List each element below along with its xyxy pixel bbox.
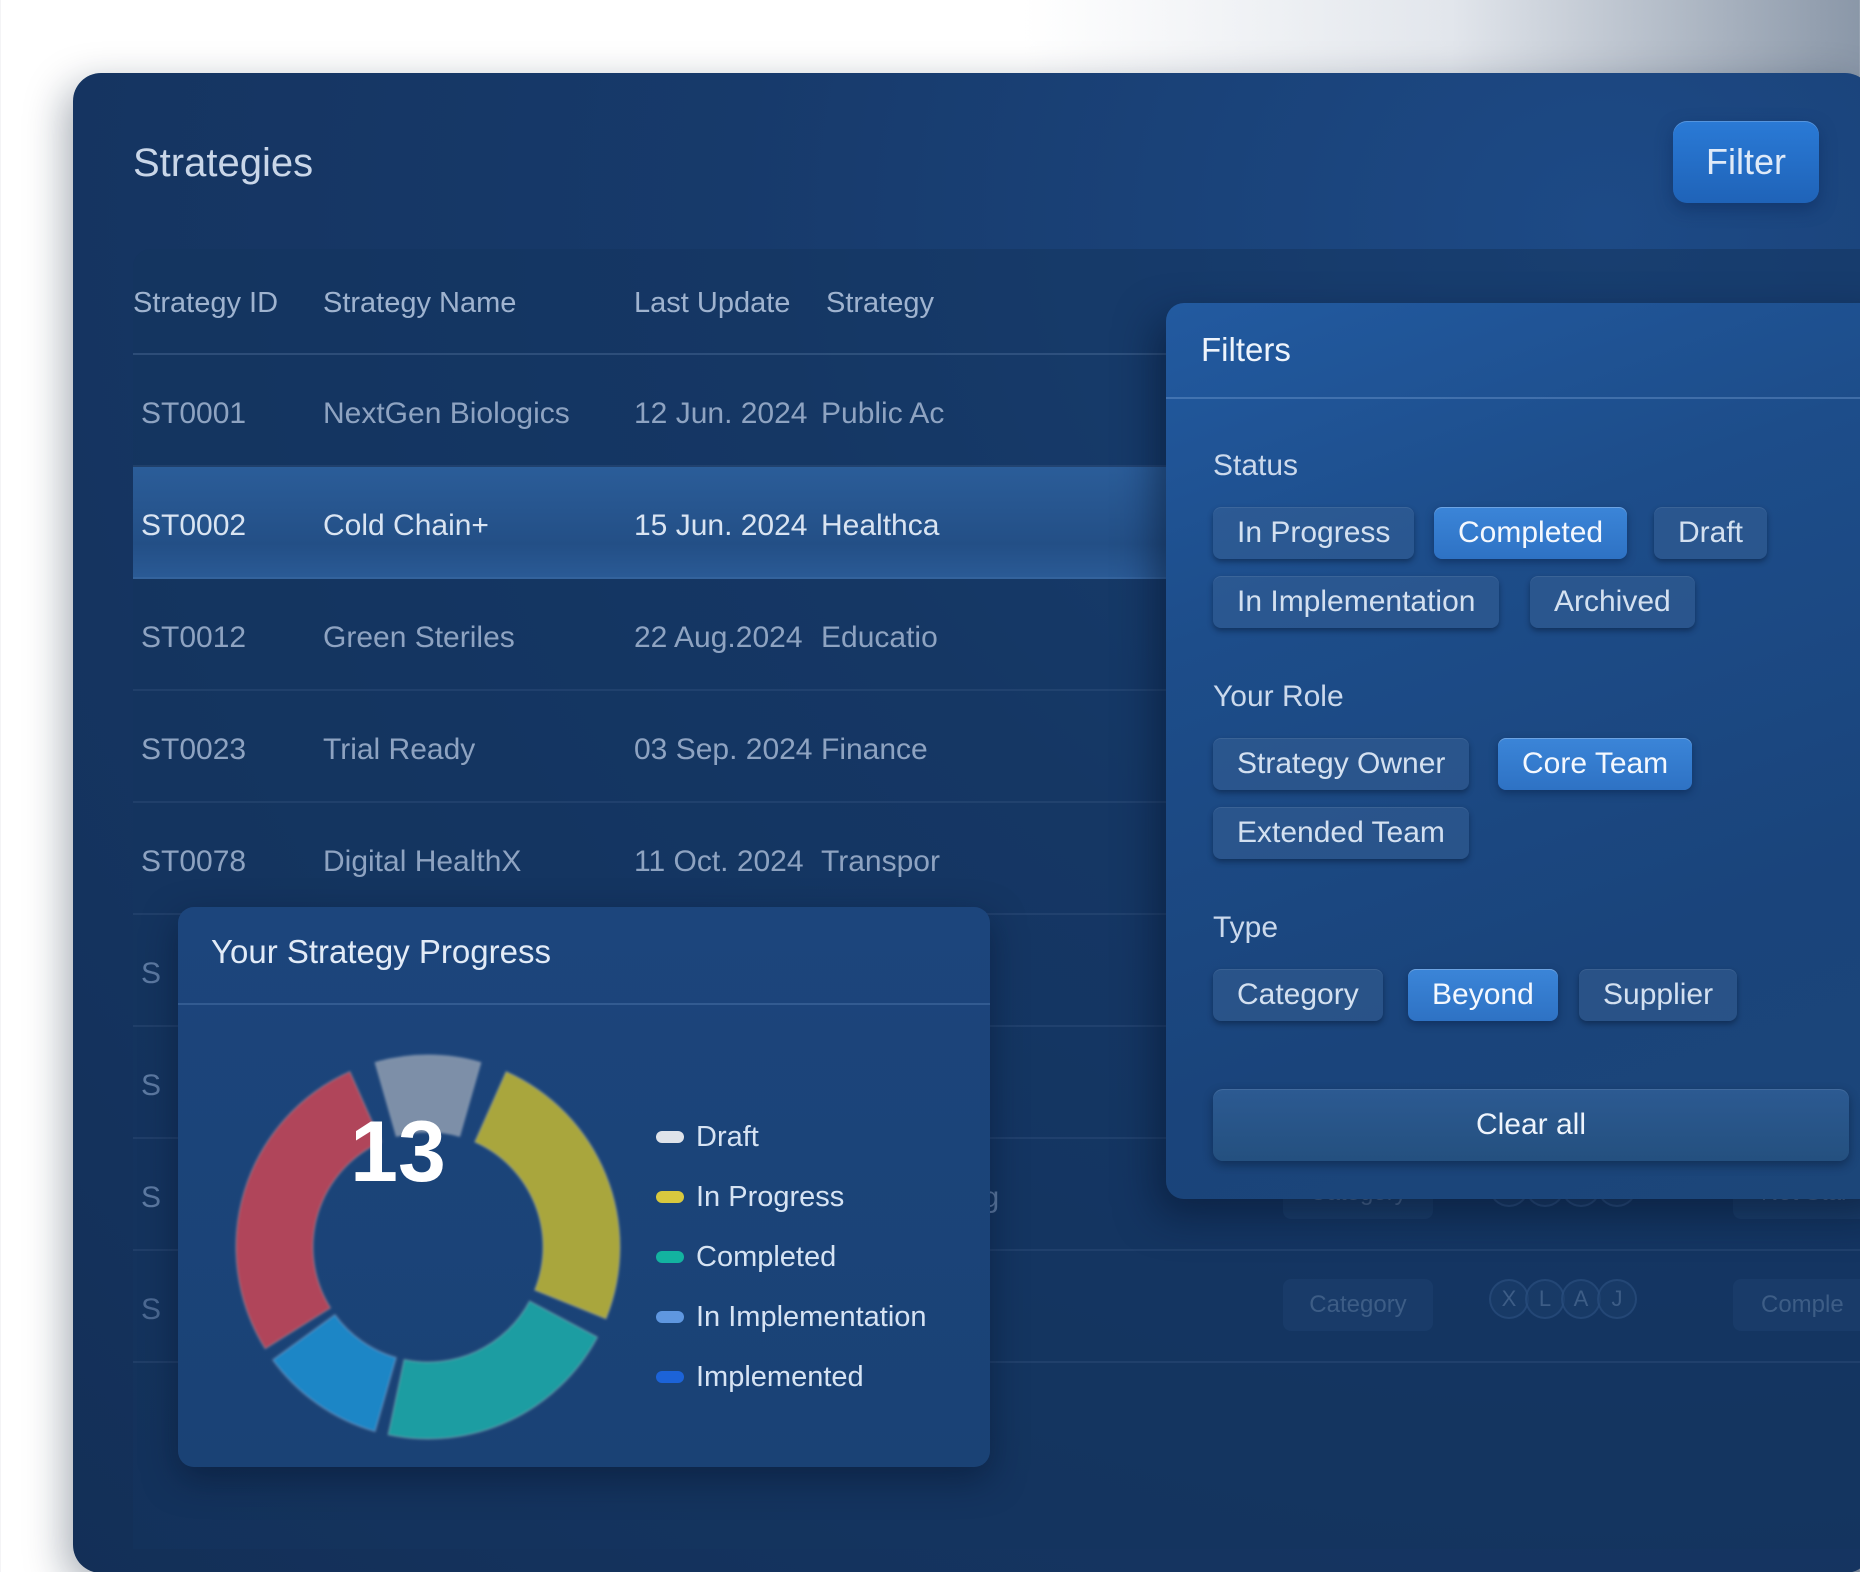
cell-strategy-name: Cold Chain+ — [323, 509, 489, 542]
cell-strategy-id: S — [141, 957, 162, 990]
cell-strategy-sector: Public Ac — [821, 397, 945, 430]
cell-strategy-sector: Transpor — [821, 845, 940, 878]
legend-label: Implemented — [696, 1360, 864, 1393]
cell-strategy-sector: Educatio — [821, 621, 938, 654]
donut-segment-completed[interactable] — [387, 1299, 599, 1440]
chip-type-beyond[interactable]: Beyond — [1408, 969, 1558, 1021]
progress-card-title: Your Strategy Progress — [211, 933, 551, 970]
filter-button[interactable]: Filter — [1673, 121, 1819, 203]
card-divider — [178, 1003, 990, 1005]
legend-item-implemented[interactable]: Implemented — [656, 1347, 927, 1407]
cell-strategy-sector: Finance — [821, 733, 928, 766]
chart-legend: Draft In Progress Completed In Implement… — [656, 1107, 927, 1407]
type-section-label: Type — [1213, 911, 1279, 944]
avatar-group: X L A J — [1489, 1279, 1637, 1319]
legend-swatch — [656, 1191, 684, 1203]
avatar: J — [1597, 1279, 1637, 1319]
cell-strategy-name: NextGen Biologics — [323, 397, 570, 430]
chip-status-in-progress[interactable]: In Progress — [1213, 507, 1415, 559]
chip-role-extended-team[interactable]: Extended Team — [1213, 807, 1469, 859]
cell-strategy-id: ST0012 — [141, 621, 247, 654]
cell-strategy-sector: Healthca — [821, 509, 940, 542]
total-count: 13 — [350, 1104, 446, 1200]
chip-status-completed[interactable]: Completed — [1434, 507, 1628, 559]
donut-segment-in-progress[interactable] — [473, 1070, 621, 1320]
cell-last-update: 11 Oct. 2024 — [634, 845, 804, 878]
cell-strategy-id: S — [141, 1069, 162, 1102]
cell-strategy-id: ST0002 — [141, 509, 247, 542]
legend-label: In Progress — [696, 1180, 845, 1213]
cell-strategy-id: ST0078 — [141, 845, 247, 878]
page-title: Strategies — [133, 141, 314, 185]
legend-swatch — [656, 1131, 684, 1143]
cell-last-update: 22 Aug.2024 — [634, 621, 803, 654]
column-header-strategy[interactable]: Strategy — [826, 287, 1126, 320]
clear-all-button[interactable]: Clear all — [1213, 1089, 1849, 1161]
cell-last-update: 03 Sep. 2024 — [634, 733, 813, 766]
legend-swatch — [656, 1371, 684, 1383]
legend-swatch — [656, 1251, 684, 1263]
chip-type-category[interactable]: Category — [1213, 969, 1383, 1021]
cell-strategy-id: S — [141, 1293, 162, 1326]
chip-role-core-team[interactable]: Core Team — [1498, 738, 1693, 790]
cell-strategy-id: ST0023 — [141, 733, 247, 766]
legend-swatch — [656, 1311, 684, 1323]
cell-strategy-id: S — [141, 1181, 162, 1214]
cell-last-update: 12 Jun. 2024 — [634, 397, 808, 430]
avatar: A — [1561, 1279, 1601, 1319]
chip-status-in-implementation[interactable]: In Implementation — [1213, 576, 1500, 628]
role-section-label: Your Role — [1213, 680, 1344, 713]
strategy-progress-card: Your Strategy Progress 13 Draft In Progr… — [178, 907, 990, 1467]
chip-status-archived[interactable]: Archived — [1530, 576, 1695, 628]
strategies-app: Strategies Filter Strategy ID Strategy N… — [73, 73, 1860, 1572]
legend-item-in-progress[interactable]: In Progress — [656, 1167, 927, 1227]
cell-strategy-id: ST0001 — [141, 397, 247, 430]
filters-header: Filters — [1166, 303, 1860, 399]
column-header-strategy-name[interactable]: Strategy Name — [323, 287, 516, 320]
status-badge: Comple — [1733, 1279, 1860, 1331]
column-header-strategy-id[interactable]: Strategy ID — [133, 287, 278, 320]
filters-title: Filters — [1201, 331, 1291, 368]
legend-item-draft[interactable]: Draft — [656, 1107, 927, 1167]
chip-status-draft[interactable]: Draft — [1654, 507, 1768, 559]
cell-strategy-name: Trial Ready — [323, 733, 476, 766]
cell-last-update: 15 Jun. 2024 — [634, 509, 808, 542]
avatar: X — [1489, 1279, 1529, 1319]
cell-strategy-name: Green Steriles — [323, 621, 515, 654]
legend-item-completed[interactable]: Completed — [656, 1227, 927, 1287]
column-header-last-update[interactable]: Last Update — [634, 287, 790, 320]
chip-role-strategy-owner[interactable]: Strategy Owner — [1213, 738, 1470, 790]
filters-panel: Filters Status In Progress Completed Dra… — [1166, 303, 1860, 1199]
chip-type-supplier[interactable]: Supplier — [1579, 969, 1738, 1021]
type-badge: Category — [1283, 1279, 1433, 1331]
avatar: L — [1525, 1279, 1565, 1319]
status-section-label: Status — [1213, 449, 1299, 482]
legend-label: In Implementation — [696, 1300, 927, 1333]
cell-strategy-name: Digital HealthX — [323, 845, 522, 878]
legend-item-in-implementation[interactable]: In Implementation — [656, 1287, 927, 1347]
legend-label: Draft — [696, 1120, 759, 1153]
legend-label: Completed — [696, 1240, 837, 1273]
